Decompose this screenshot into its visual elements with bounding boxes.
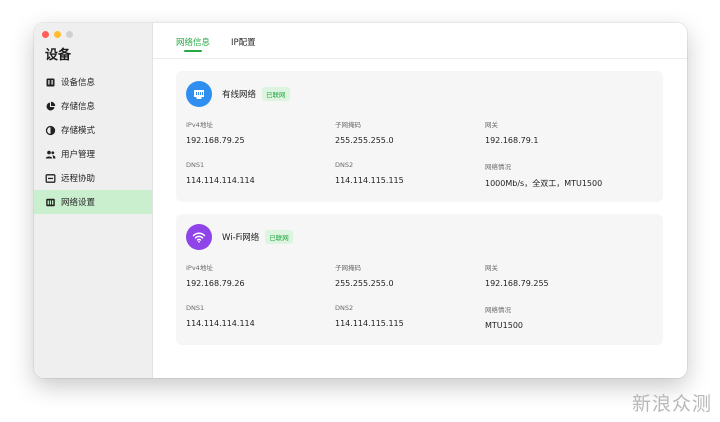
wired-card-header: 有线网络 已联网 [186, 81, 290, 107]
remote-assist-icon [45, 173, 56, 184]
field-value: 114.114.114.114 [186, 319, 255, 328]
storage-pie-icon [45, 101, 56, 112]
wifi-dns2-field: DNS2 114.114.115.115 [335, 304, 404, 328]
network-settings-icon [45, 197, 56, 208]
wired-status-badge: 已联网 [262, 87, 290, 101]
field-value: 114.114.115.115 [335, 176, 404, 185]
device-info-icon [45, 77, 56, 88]
sidebar-item-label: 用户管理 [61, 150, 96, 160]
field-label: 子网掩码 [335, 264, 361, 272]
field-label: DNS2 [335, 161, 354, 169]
field-label: 网络情况 [485, 306, 511, 314]
sidebar-item-label: 设备信息 [61, 78, 96, 88]
field-value: 192.168.79.25 [186, 136, 245, 145]
field-label: IPv4地址 [186, 264, 213, 272]
tab-network-info[interactable]: 网络信息 [176, 23, 210, 52]
sidebar-item-remote-assist[interactable]: 远程协助 [34, 166, 152, 190]
sidebar-item-label: 远程协助 [61, 174, 96, 184]
sidebar-item-label: 存储模式 [61, 126, 96, 136]
wifi-card-header: Wi-Fi网络 已联网 [186, 224, 293, 250]
wifi-title: Wi-Fi网络 [222, 233, 260, 243]
app-window: 设备 设备信息 存储信息 存储模式 用户管理 远程协助 网络设置 网络信息 IP… [34, 23, 687, 378]
wired-ipv4-field: IPv4地址 192.168.79.25 [186, 119, 245, 145]
field-value: 255.255.255.0 [335, 136, 394, 145]
tab-bar: 网络信息 IP配置 [153, 23, 687, 59]
wired-dns1-field: DNS1 114.114.114.114 [186, 161, 255, 185]
ethernet-icon [186, 81, 212, 107]
sidebar-item-label: 存储信息 [61, 102, 96, 112]
wifi-network-card: Wi-Fi网络 已联网 IPv4地址 192.168.79.26 子网掩码 25… [176, 214, 663, 345]
field-value: 192.168.79.1 [485, 136, 539, 145]
wifi-status-badge: 已联网 [265, 230, 293, 244]
field-label: DNS1 [186, 304, 205, 312]
wifi-gateway-field: 网关 192.168.79.255 [485, 262, 549, 288]
storage-mode-icon [45, 125, 56, 136]
wifi-status-field: 网络情况 MTU1500 [485, 304, 523, 330]
field-label: DNS2 [335, 304, 354, 312]
field-value: 1000Mb/s，全双工，MTU1500 [485, 179, 603, 188]
users-icon [45, 149, 56, 160]
field-label: 子网掩码 [335, 121, 361, 129]
sidebar-item-network-settings[interactable]: 网络设置 [34, 190, 152, 214]
sidebar-nav: 设备信息 存储信息 存储模式 用户管理 远程协助 网络设置 [34, 70, 152, 214]
sidebar-item-storage-mode[interactable]: 存储模式 [34, 118, 152, 142]
sidebar: 设备 设备信息 存储信息 存储模式 用户管理 远程协助 网络设置 [34, 23, 153, 378]
field-value: 192.168.79.26 [186, 279, 245, 288]
field-value: MTU1500 [485, 321, 524, 330]
field-label: 网络情况 [485, 163, 511, 171]
sidebar-item-user-management[interactable]: 用户管理 [34, 142, 152, 166]
minimize-button[interactable] [54, 31, 61, 38]
zoom-button[interactable] [66, 31, 73, 38]
sidebar-item-device-info[interactable]: 设备信息 [34, 70, 152, 94]
field-label: 网关 [485, 264, 498, 272]
wired-gateway-field: 网关 192.168.79.1 [485, 119, 538, 145]
tab-ip-config[interactable]: IP配置 [231, 23, 256, 48]
wired-subnet-field: 子网掩码 255.255.255.0 [335, 119, 394, 145]
watermark: 新浪众测 [631, 393, 712, 415]
field-value: 114.114.115.115 [335, 319, 404, 328]
wifi-subnet-field: 子网掩码 255.255.255.0 [335, 262, 394, 288]
sidebar-item-storage-info[interactable]: 存储信息 [34, 94, 152, 118]
wifi-icon [186, 224, 212, 250]
sidebar-title: 设备 [45, 48, 72, 63]
field-label: 网关 [485, 121, 498, 129]
main-panel: 网络信息 IP配置 有线网络 已联网 IPv4地址 192.168.79.25 … [153, 23, 687, 378]
field-label: IPv4地址 [186, 121, 213, 129]
field-value: 192.168.79.255 [485, 279, 549, 288]
wired-title: 有线网络 [222, 90, 257, 100]
window-controls [42, 31, 73, 38]
wired-dns2-field: DNS2 114.114.115.115 [335, 161, 404, 185]
field-label: DNS1 [186, 161, 205, 169]
wired-network-card: 有线网络 已联网 IPv4地址 192.168.79.25 子网掩码 255.2… [176, 71, 663, 202]
field-value: 114.114.114.114 [186, 176, 255, 185]
sidebar-item-label: 网络设置 [61, 198, 96, 208]
wifi-dns1-field: DNS1 114.114.114.114 [186, 304, 255, 328]
wifi-ipv4-field: IPv4地址 192.168.79.26 [186, 262, 245, 288]
wired-status-field: 网络情况 1000Mb/s，全双工，MTU1500 [485, 161, 602, 189]
close-button[interactable] [42, 31, 49, 38]
field-value: 255.255.255.0 [335, 279, 394, 288]
